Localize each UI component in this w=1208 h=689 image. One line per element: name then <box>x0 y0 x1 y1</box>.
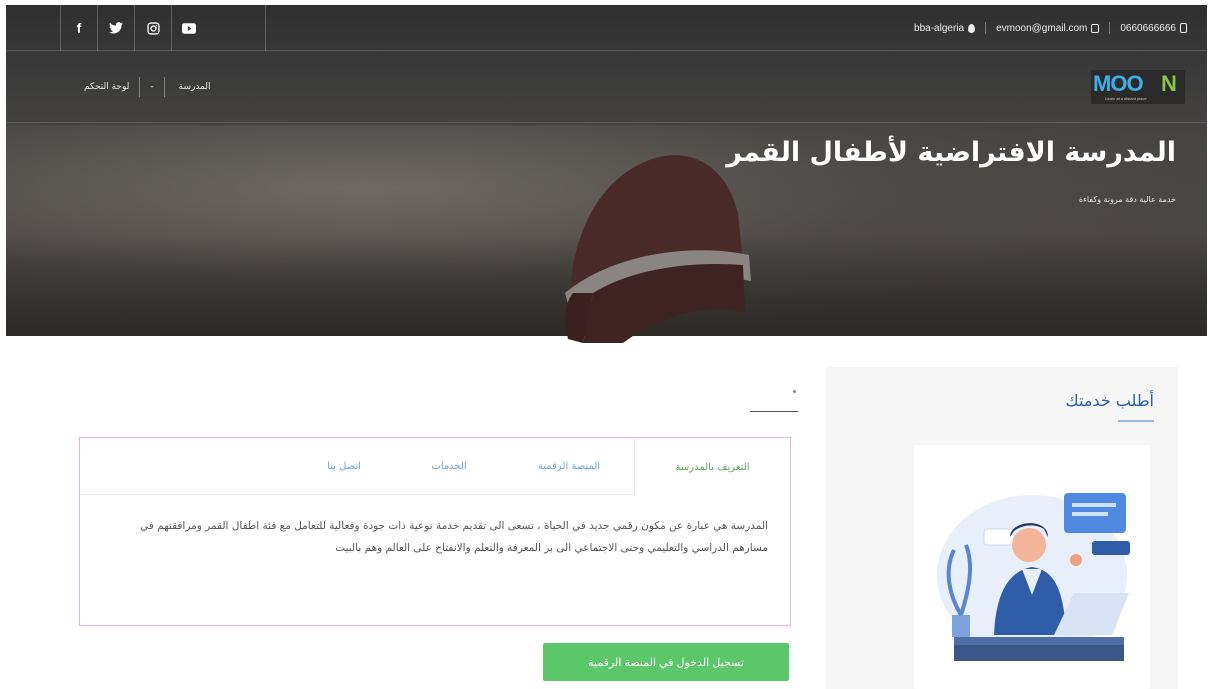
map-pin-icon <box>968 23 976 33</box>
phone-item[interactable]: 0660666666 <box>1120 23 1187 34</box>
site-logo[interactable]: MOO N Learn at a distant place <box>1091 70 1185 104</box>
mobile-icon <box>1180 23 1187 33</box>
youtube-icon[interactable] <box>171 5 266 51</box>
facebook-icon[interactable]: f <box>60 5 97 51</box>
service-sidebar: أطلب خدمتك <box>826 367 1178 689</box>
title-underline <box>1118 420 1154 422</box>
page: f bba-algeria evmoon@gmail.com 066066666… <box>0 0 1208 689</box>
decorative-line <box>750 411 798 412</box>
hero-title: المدرسة الافتراضية لأطفال القمر <box>726 137 1176 168</box>
hero-hat-image <box>565 155 751 343</box>
nav-links: لوحة التحكم - المدرسة <box>74 77 221 97</box>
tab-digital-platform[interactable]: المنصة الرقمية <box>504 438 634 495</box>
instagram-icon[interactable] <box>134 5 171 51</box>
support-illustration-card[interactable] <box>914 445 1150 689</box>
hero-subtitle: خدمة عالية دقة مرونة وكفاءة <box>1078 195 1176 204</box>
sidebar-title: أطلب خدمتك <box>1065 391 1154 410</box>
location-item: bba-algeria <box>914 22 976 34</box>
location-text: bba-algeria <box>914 22 965 34</box>
tab-services[interactable]: الخدمات <box>394 438 504 495</box>
email-text[interactable]: evmoon@gmail.com <box>996 23 1087 34</box>
tab-bar: التعريف بالمدرسة المنصة الرقمية الخدمات … <box>80 438 790 496</box>
nav-item-school[interactable]: المدرسة <box>165 82 221 92</box>
social-links: f <box>60 5 266 51</box>
email-item[interactable]: evmoon@gmail.com <box>996 23 1100 34</box>
phone-text[interactable]: 0660666666 <box>1120 23 1176 34</box>
tab-about-school[interactable]: التعريف بالمدرسة <box>634 438 790 496</box>
nav-item-dashboard[interactable]: لوحة التحكم <box>74 82 139 92</box>
twitter-icon[interactable] <box>97 5 134 51</box>
tab-content: المدرسة هي عبارة عن مكون رقمي جديد في ال… <box>139 520 768 554</box>
info-tabs: التعريف بالمدرسة المنصة الرقمية الخدمات … <box>79 437 791 626</box>
main-nav: لوحة التحكم - المدرسة MOO N Learn at a d… <box>6 51 1207 123</box>
support-agent-illustration <box>937 493 1130 661</box>
top-bar: f bba-algeria evmoon@gmail.com 066066666… <box>6 5 1207 51</box>
decorative-dot <box>793 390 796 393</box>
tab-contact[interactable]: اتصل بنا <box>294 438 394 495</box>
contact-info: bba-algeria evmoon@gmail.com 0660666666 <box>914 5 1187 51</box>
chat-icon <box>1091 23 1100 33</box>
login-platform-button[interactable]: تسجيل الدخول في المنصة الرقمية <box>543 643 789 681</box>
nav-item-dropdown[interactable]: - <box>140 82 163 92</box>
